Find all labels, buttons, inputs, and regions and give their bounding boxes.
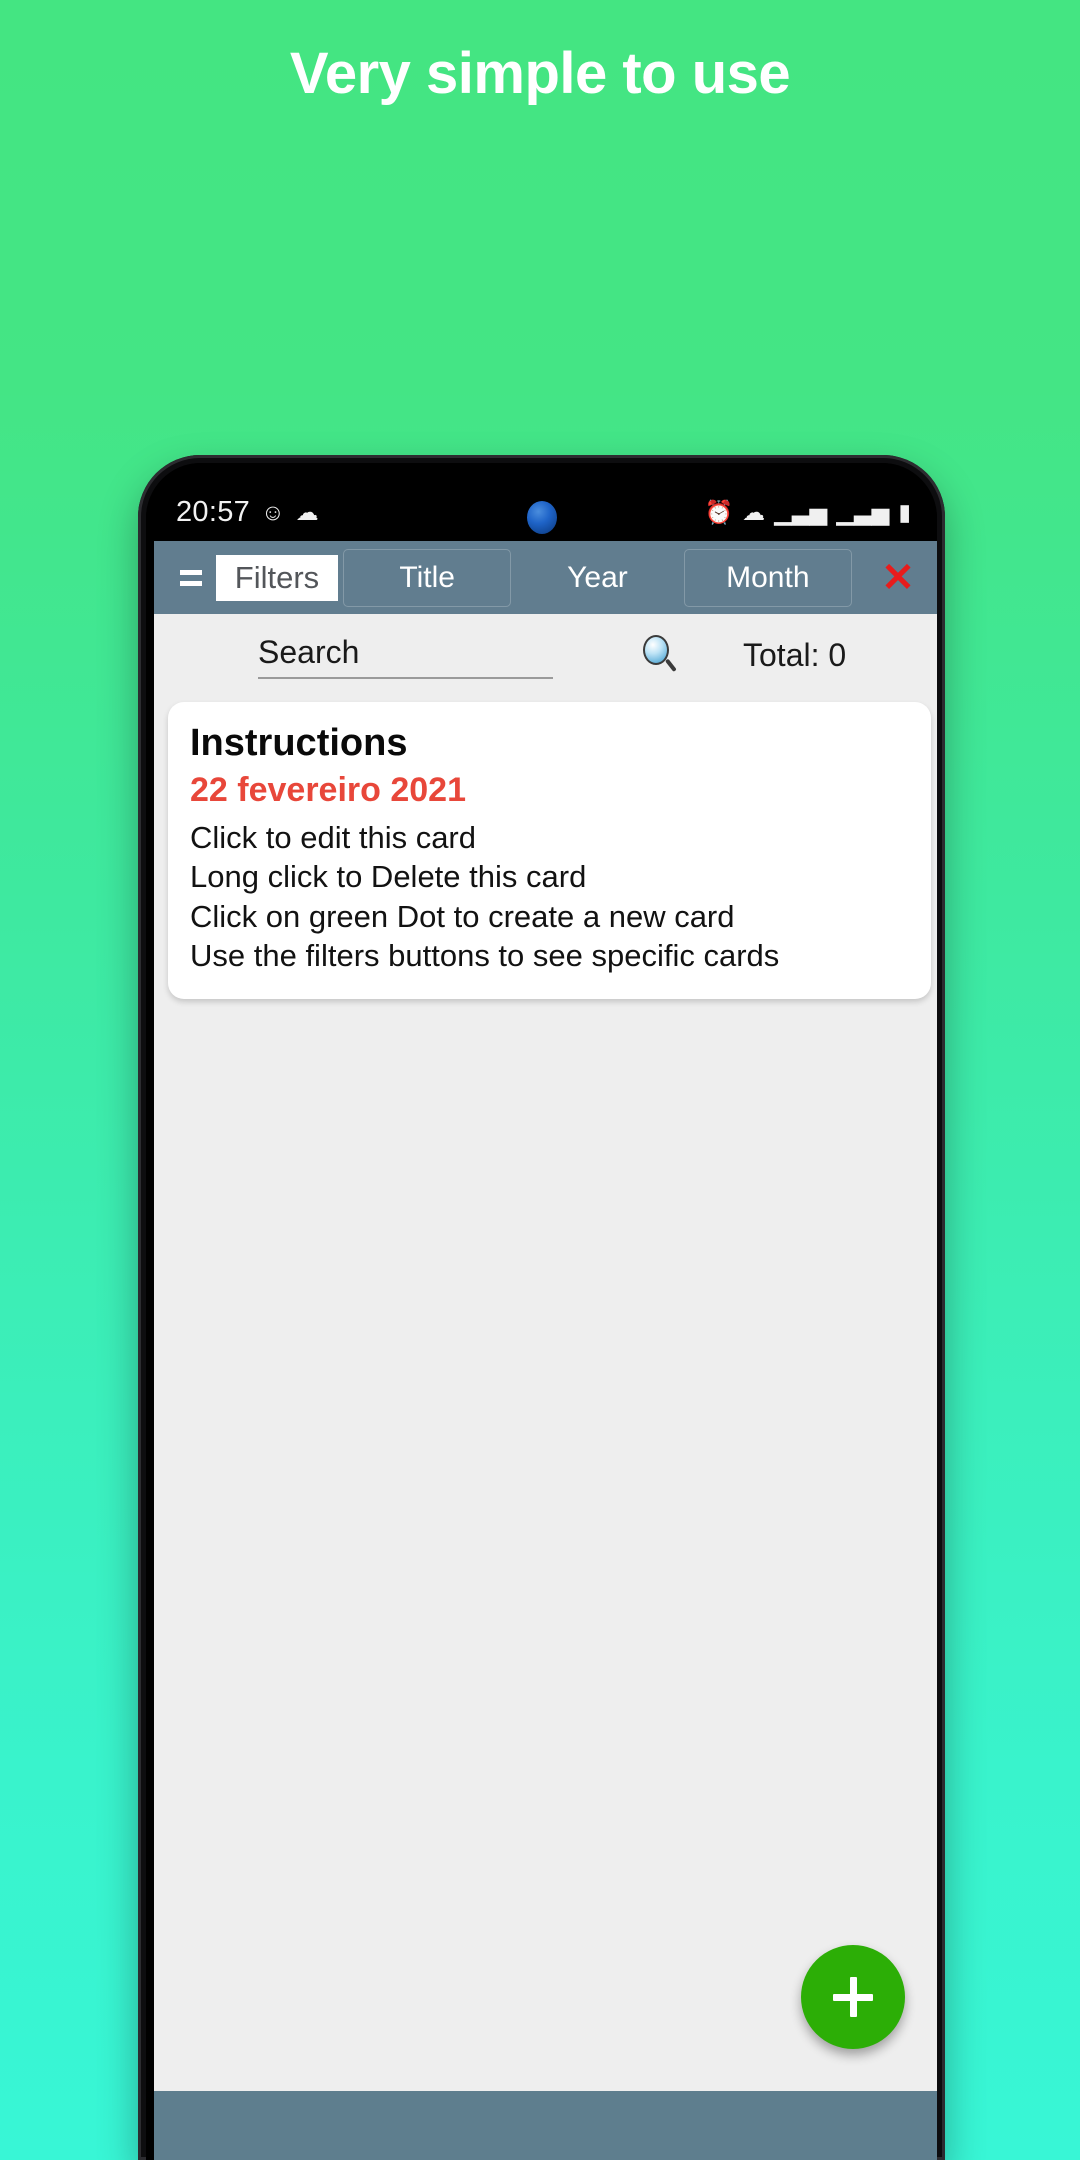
page-title: Very simple to use [289, 41, 791, 106]
magnifier-icon[interactable] [641, 635, 681, 675]
filters-toolbar: Filters Title Year Month ✕ [154, 541, 937, 614]
app-footer-bar [154, 2091, 937, 2160]
card-title: Instructions [190, 722, 408, 764]
status-bar-right: ⏰ ☁ ▁▃▅ ▁▃▅ ▮ [705, 481, 911, 524]
signal-bars-2-icon: ▁▃▅ [836, 498, 890, 525]
status-clock: 20:57 [176, 495, 251, 528]
wifi-icon: ☁ [742, 498, 766, 525]
hamburger-icon[interactable] [168, 569, 214, 586]
promo-screenshot: Very simple to use 20:57 ☺ ☁ ⏰ ☁ ▁▃▅ ▁▃▅… [0, 0, 1080, 2160]
card-line: Long click to Delete this card [190, 859, 587, 895]
list-item[interactable]: Instructions 22 fevereiro 2021 Click to … [168, 702, 931, 1000]
app-screen: Filters Title Year Month ✕ Total: 0 Inst… [154, 541, 937, 2091]
phone-device-frame: 20:57 ☺ ☁ ⏰ ☁ ▁▃▅ ▁▃▅ ▮ Filters Title Ye… [138, 455, 945, 2160]
card-line: Click on green Dot to create a new card [190, 898, 735, 934]
front-camera-punch-hole [526, 501, 557, 534]
add-card-fab[interactable] [801, 1945, 905, 2049]
filter-button-month[interactable]: Month [683, 548, 852, 607]
filter-button-title[interactable]: Title [343, 548, 512, 607]
search-input[interactable] [258, 631, 553, 679]
card-line: Click to edit this card [190, 820, 476, 855]
battery-icon: ▮ [898, 498, 911, 525]
card-list: Instructions 22 fevereiro 2021 Click to … [154, 696, 937, 2091]
total-count-label: Total: 0 [743, 636, 847, 673]
smiley-icon: ☺ [261, 498, 285, 525]
alarm-icon: ⏰ [704, 498, 734, 525]
filter-button-year[interactable]: Year [514, 545, 680, 611]
signal-bars-icon: ▁▃▅ [774, 498, 828, 525]
status-bar-left: 20:57 ☺ ☁ [176, 476, 319, 529]
phone-bezel: 20:57 ☺ ☁ ⏰ ☁ ▁▃▅ ▁▃▅ ▮ Filters Title Ye… [146, 463, 937, 2160]
plus-icon-vertical [849, 1977, 857, 2017]
search-bar: Total: 0 [154, 614, 937, 696]
cloud-icon: ☁ [295, 498, 319, 525]
filter-button-filters[interactable]: Filters [216, 554, 338, 601]
card-date: 22 fevereiro 2021 [190, 771, 466, 809]
close-icon[interactable]: ✕ [855, 558, 937, 598]
card-line: Use the filters buttons to see specific … [190, 938, 780, 974]
